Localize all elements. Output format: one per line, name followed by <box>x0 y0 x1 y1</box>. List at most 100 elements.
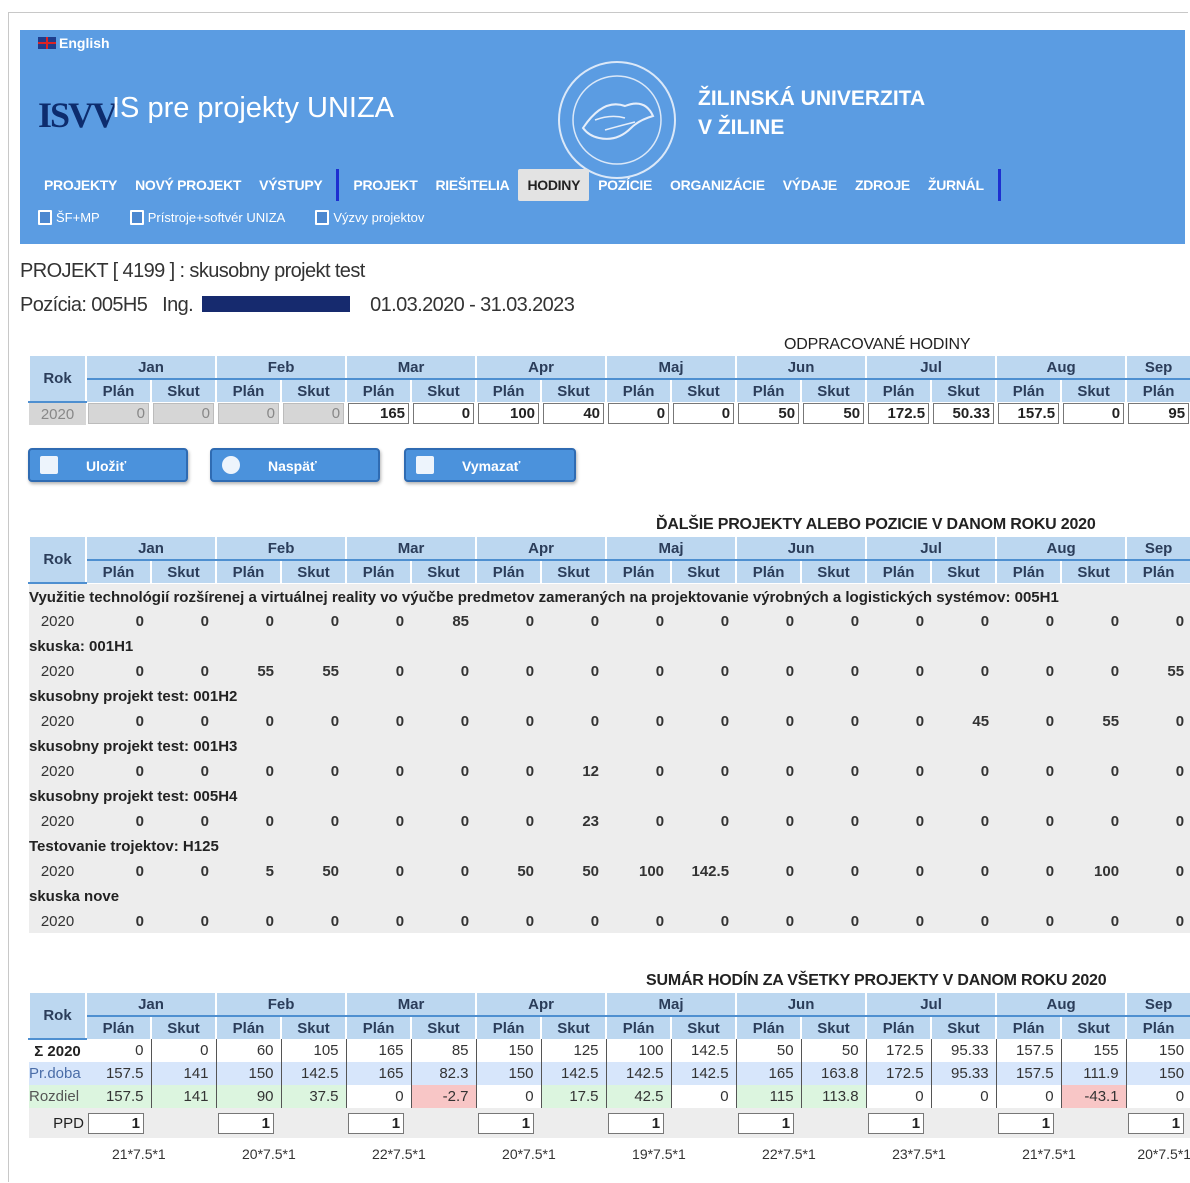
tab-4[interactable]: ORGANIZÁCIE <box>661 169 774 201</box>
hours-input[interactable]: 50.33 <box>933 403 995 424</box>
hours-value: 0 <box>996 910 1062 933</box>
hours-input: 0 <box>88 403 149 424</box>
hours-value: 0 <box>1126 810 1190 833</box>
hours-input[interactable]: 165 <box>348 403 410 424</box>
month-header: Sep <box>1125 356 1190 380</box>
ppd-input[interactable]: 1 <box>1128 1112 1185 1134</box>
hours-value: 55 <box>1061 710 1127 733</box>
document-icon <box>38 210 52 225</box>
summary-value: 157.5 <box>996 1062 1062 1085</box>
tab-3[interactable]: POZÍCIE <box>589 169 661 201</box>
plan-header: Plán <box>475 379 543 402</box>
tab-0[interactable]: PROJEKT <box>344 169 426 201</box>
plan-header: Plán <box>735 1016 803 1039</box>
hours-value: 0 <box>801 710 867 733</box>
hours-value: 0 <box>541 610 607 633</box>
skut-header: Skut <box>800 379 868 402</box>
hours-input: 0 <box>283 403 345 424</box>
tab-1[interactable]: RIEŠITELIA <box>426 169 518 201</box>
year-cell: 2020 <box>29 760 86 783</box>
summary-value: 37.5 <box>281 1085 347 1108</box>
hours-input[interactable]: 0 <box>1063 403 1125 424</box>
submenu-item-0[interactable]: ŠF+MP <box>38 210 100 225</box>
hours-value: 50 <box>281 860 347 883</box>
hours-value: 0 <box>86 860 151 883</box>
hours-value: 0 <box>1126 860 1190 883</box>
plan-header: Plán <box>995 1016 1063 1039</box>
menu-item-2[interactable]: VÝSTUPY <box>250 169 331 201</box>
skut-header: Skut <box>280 560 348 583</box>
hours-input[interactable]: 172.5 <box>868 403 930 424</box>
hours-input[interactable]: 100 <box>478 403 540 424</box>
tab-5[interactable]: VÝDAJE <box>774 169 846 201</box>
hours-value: 0 <box>541 710 607 733</box>
hours-value: 0 <box>281 810 347 833</box>
tab-7[interactable]: ŽURNÁL <box>919 169 993 201</box>
row-label: Σ 2020 <box>29 1039 86 1062</box>
submenu-item-1[interactable]: Prístroje+softvér UNIZA <box>129 210 285 225</box>
back-button[interactable]: Naspäť <box>210 448 380 482</box>
hours-value: 0 <box>931 910 997 933</box>
summary-value: 150 <box>1126 1062 1190 1085</box>
ppd-input[interactable]: 1 <box>608 1112 665 1134</box>
hours-value: 0 <box>411 810 477 833</box>
hours-value: 0 <box>86 760 151 783</box>
hours-input[interactable]: 0 <box>608 403 670 424</box>
hours-value: 0 <box>801 910 867 933</box>
menu-item-0[interactable]: PROJEKTY <box>35 169 126 201</box>
hours-value: 0 <box>1126 710 1190 733</box>
project-name: Testovanie trojektov: H125 <box>29 833 1190 860</box>
month-header: Jul <box>865 537 998 561</box>
month-header: Feb <box>215 993 348 1017</box>
sub-menu: ŠF+MP Prístroje+softvér UNIZA Výzvy projek… <box>38 210 424 225</box>
hours-input[interactable]: 0 <box>413 403 475 424</box>
project-name: skuska: 001H1 <box>29 633 1190 660</box>
tab-6[interactable]: ZDROJE <box>846 169 919 201</box>
skut-header: Skut <box>800 560 868 583</box>
hours-value: 0 <box>866 910 932 933</box>
language-link[interactable]: English <box>38 35 110 51</box>
ppd-formula: 22*7.5*1 <box>736 1138 867 1170</box>
summary-value: 142.5 <box>671 1039 737 1062</box>
skut-header: Skut <box>540 1016 608 1039</box>
ppd-input[interactable]: 1 <box>218 1112 275 1134</box>
hours-value: 142.5 <box>671 860 737 883</box>
summary-value: 82.3 <box>411 1062 477 1085</box>
save-button[interactable]: Uložiť <box>28 448 188 482</box>
ppd-input[interactable]: 1 <box>998 1112 1055 1134</box>
hours-input[interactable]: 0 <box>673 403 735 424</box>
ppd-input[interactable]: 1 <box>738 1112 795 1134</box>
hours-value: 55 <box>1126 660 1190 683</box>
menu-item-1[interactable]: NOVÝ PROJEKT <box>126 169 250 201</box>
document-icon <box>416 456 434 474</box>
project-values-row: 2020 0 0 0 0 0 85 0 0 0 0 0 0 0 0 0 0 0 <box>29 610 1190 633</box>
hours-value: 0 <box>281 710 347 733</box>
hours-value: 0 <box>671 810 737 833</box>
hours-input[interactable]: 40 <box>543 403 605 424</box>
plan-header: Plán <box>85 1016 152 1039</box>
hours-input[interactable]: 50 <box>738 403 800 424</box>
hours-value: 0 <box>1126 610 1190 633</box>
hours-value: 0 <box>151 910 217 933</box>
tab-2[interactable]: HODINY <box>518 169 590 201</box>
month-header: Jun <box>735 356 868 380</box>
ppd-input[interactable]: 1 <box>868 1112 925 1134</box>
ppd-input[interactable]: 1 <box>348 1112 405 1134</box>
hours-value: 0 <box>736 760 802 783</box>
hours-input[interactable]: 50 <box>803 403 865 424</box>
summary-value: 115 <box>736 1085 802 1108</box>
plan-skut-header-row: Plán Skut Plán Skut Plán Skut Plán Skut Plán Skut… <box>29 379 1190 402</box>
hours-value: 0 <box>86 910 151 933</box>
hours-value: 0 <box>411 860 477 883</box>
delete-button[interactable]: Vymazať <box>404 448 576 482</box>
submenu-item-2[interactable]: Výzvy projektov <box>315 210 424 225</box>
month-header: Apr <box>475 356 608 380</box>
hours-value: 0 <box>801 660 867 683</box>
year-cell: 2020 <box>29 810 86 833</box>
summary-value: 157.5 <box>86 1085 152 1108</box>
hours-value: 0 <box>541 910 607 933</box>
ppd-input[interactable]: 1 <box>88 1112 144 1134</box>
hours-input[interactable]: 157.5 <box>998 403 1060 424</box>
ppd-input[interactable]: 1 <box>478 1112 535 1134</box>
hours-input[interactable]: 95 <box>1128 403 1190 424</box>
